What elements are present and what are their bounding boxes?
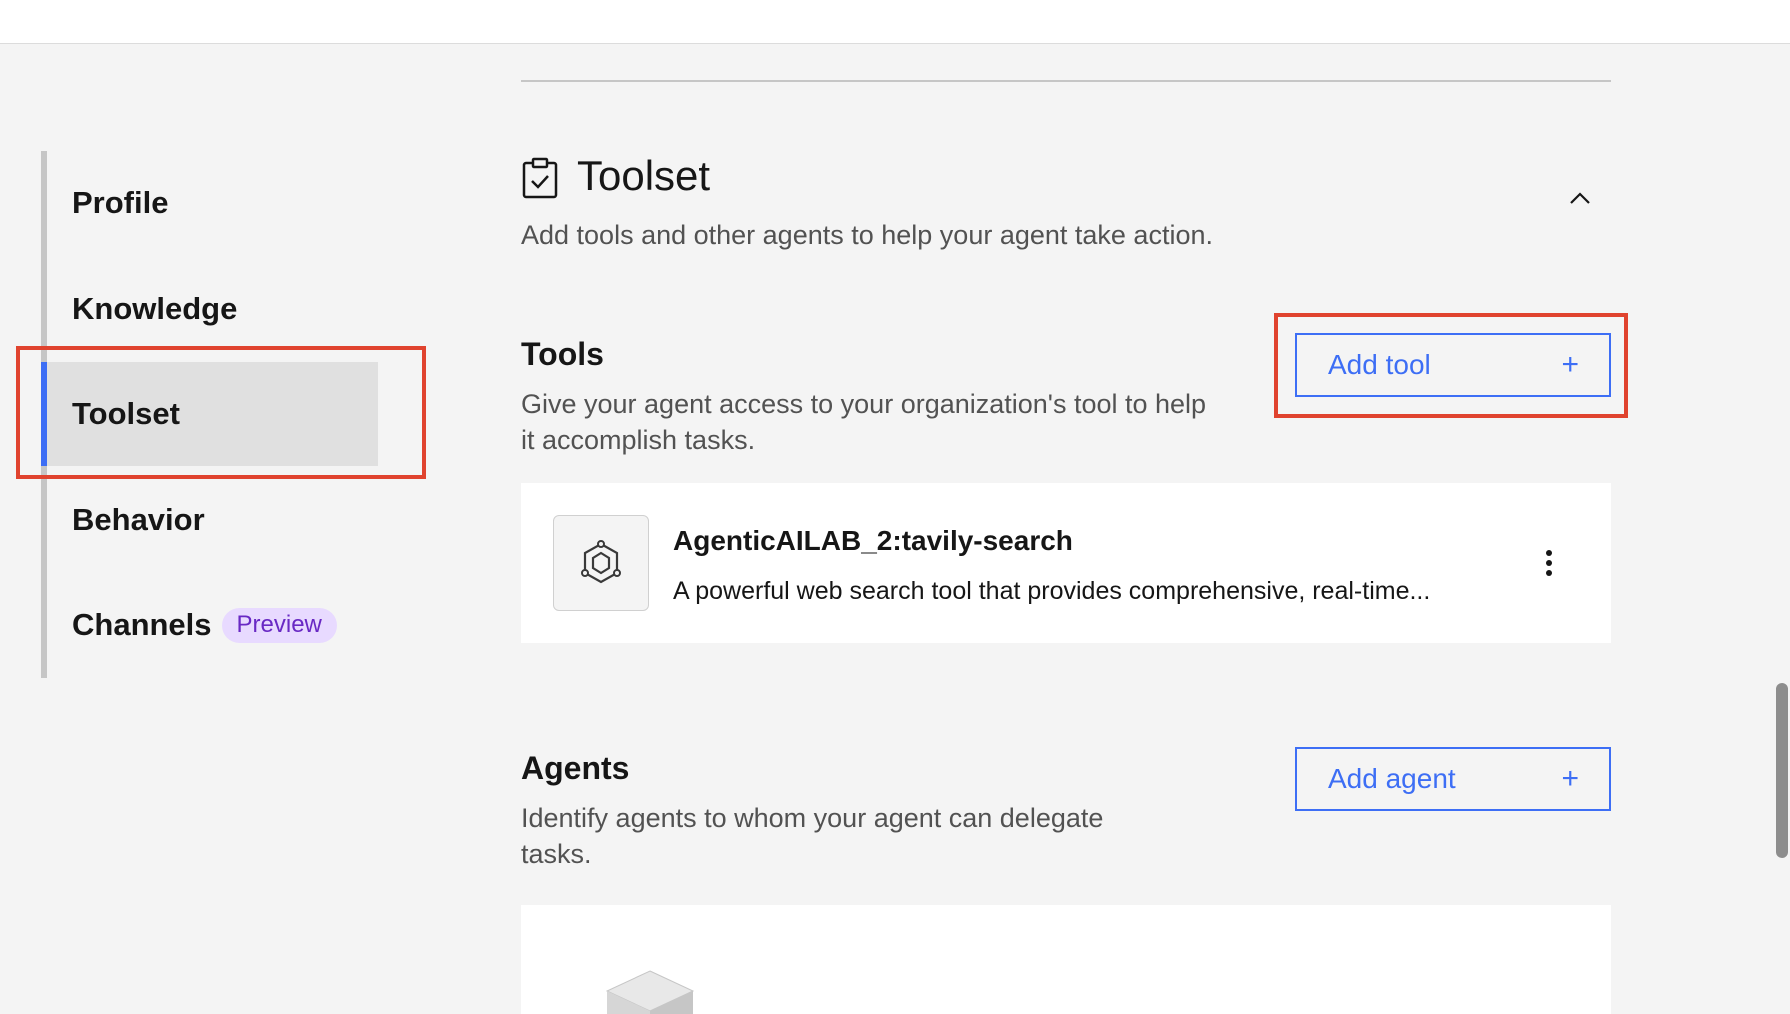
plus-icon: + [1561,348,1579,381]
page: Profile Knowledge Toolset Behavior Chann… [0,0,1790,1014]
add-tool-button[interactable]: Add tool + [1295,333,1611,397]
nav-item-label: Channels [72,607,212,642]
add-agent-button[interactable]: Add agent + [1295,747,1611,811]
nav-item-behavior[interactable]: Behavior [41,468,378,572]
nav-item-label: Toolset [72,396,180,431]
plus-icon: + [1561,762,1579,795]
nav-item-label: Profile [72,185,169,220]
add-tool-label: Add tool [1328,349,1431,380]
clipboard-check-icon [522,157,558,199]
tool-name: AgenticAILAB_2:tavily-search [673,525,1073,556]
nav-item-label: Behavior [72,502,205,537]
agents-empty-state [521,905,1611,1014]
nav-item-channels[interactable]: Channels Preview [41,573,378,677]
hexagon-tool-icon [581,540,621,584]
nav-item-label: Knowledge [72,291,238,326]
tools-description: Give your agent access to your organizat… [521,389,1207,455]
agents-description: Identify agents to whom your agent can d… [521,803,1104,869]
tool-card[interactable]: AgenticAILAB_2:tavily-search A powerful … [521,483,1611,643]
preview-badge: Preview [221,607,337,643]
section-title: Toolset [577,152,711,199]
tools-title: Tools [521,336,604,372]
agents-title: Agents [521,750,630,786]
box-illustration-icon [605,970,695,1014]
overflow-menu-icon[interactable] [1531,543,1567,583]
tool-icon-box [553,515,649,611]
nav-item-toolset[interactable]: Toolset [41,362,378,466]
side-navigation: Profile Knowledge Toolset Behavior Chann… [41,151,381,678]
toolset-section-header: Toolset [521,152,1611,212]
section-divider [521,80,1611,82]
scrollbar-thumb[interactable] [1776,683,1788,858]
top-header [0,0,1790,44]
nav-item-profile[interactable]: Profile [41,151,378,255]
section-description: Add tools and other agents to help your … [521,220,1213,250]
chevron-up-icon[interactable] [1568,187,1592,211]
tool-description: A powerful web search tool that provides… [673,577,1431,605]
add-agent-label: Add agent [1328,763,1456,794]
nav-item-knowledge[interactable]: Knowledge [41,257,378,361]
